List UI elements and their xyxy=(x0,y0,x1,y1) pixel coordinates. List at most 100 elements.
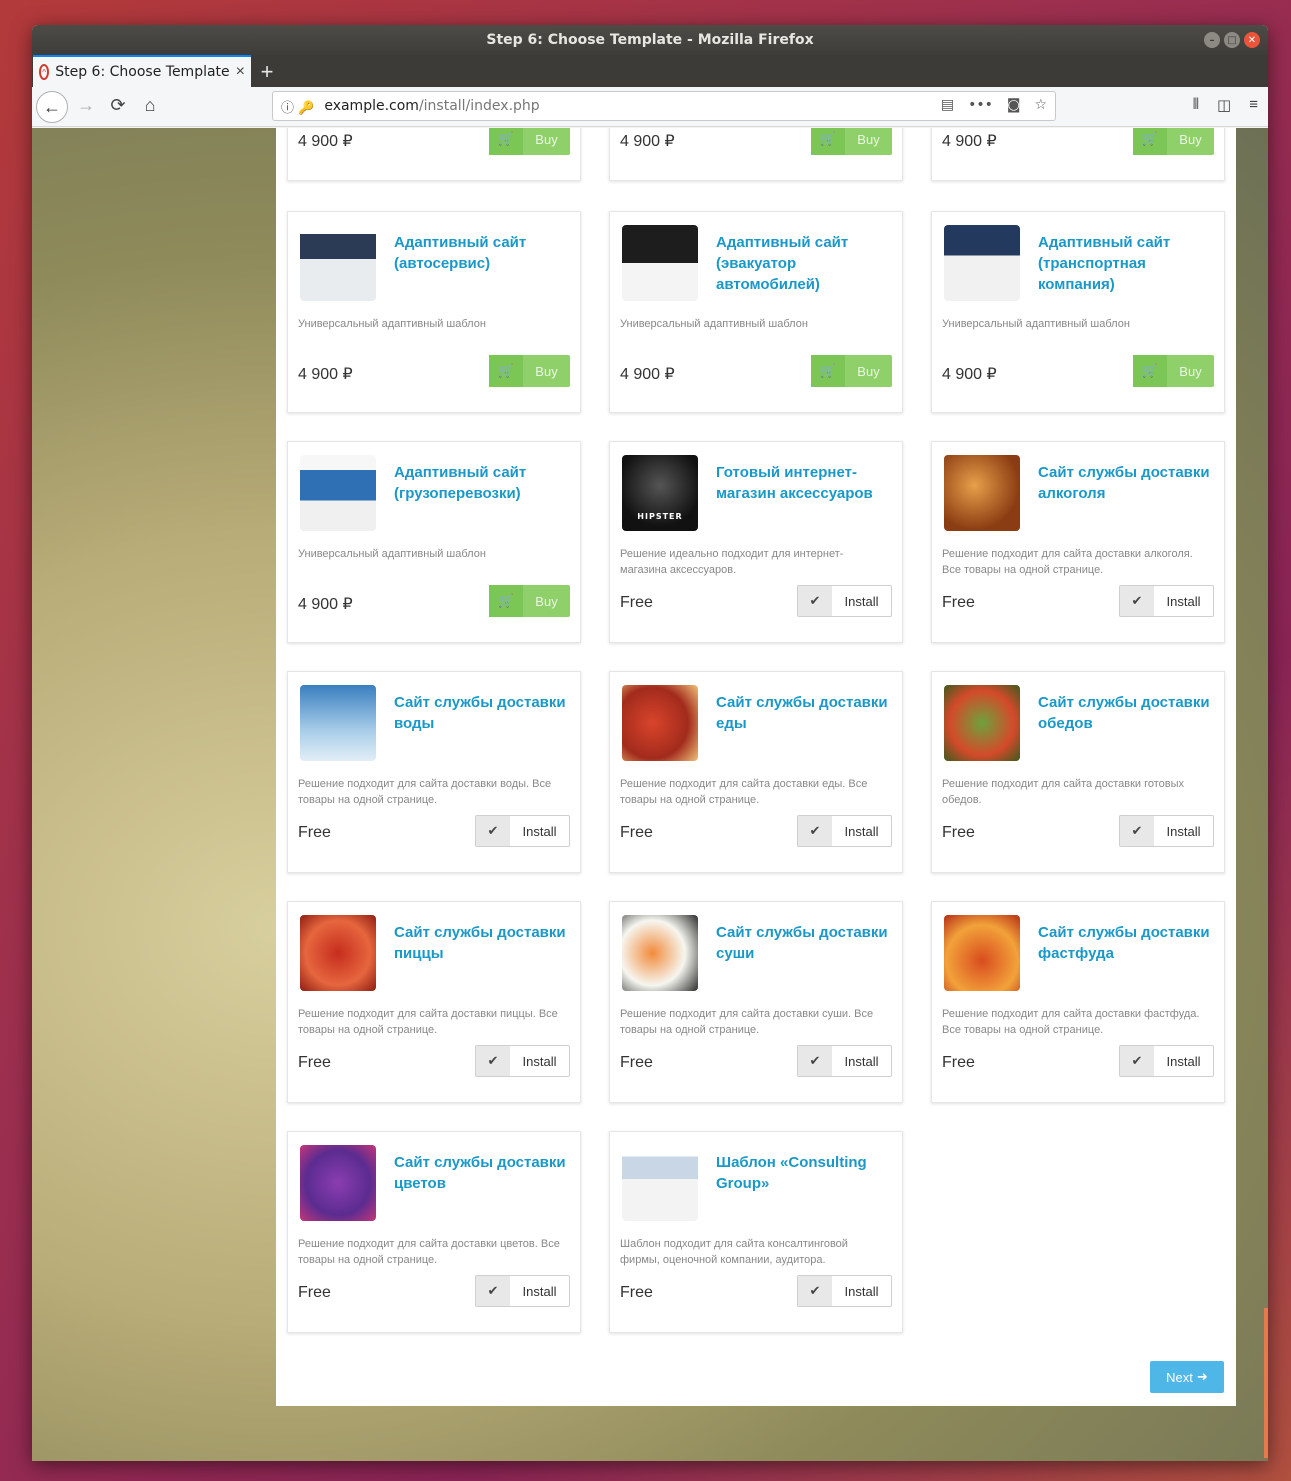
template-title[interactable]: Адаптивный сайт (грузоперевозки) xyxy=(394,462,574,504)
template-title[interactable]: Сайт службы доставки алкоголя xyxy=(1038,462,1218,504)
check-icon: ✔ xyxy=(1120,816,1154,846)
template-card: Сайт службы доставки суши Решение подходи… xyxy=(609,901,903,1103)
template-thumbnail[interactable] xyxy=(300,225,376,301)
template-title[interactable]: Адаптивный сайт (транспортная компания) xyxy=(1038,232,1218,295)
template-title[interactable]: Адаптивный сайт (автосервис) xyxy=(394,232,574,274)
button-label: Install xyxy=(844,593,879,609)
arrow-right-icon: ➜ xyxy=(1196,1369,1208,1384)
url-actions: ▤ ••• ◙ ☆ xyxy=(941,97,1047,113)
new-tab-button[interactable]: + xyxy=(251,57,283,87)
window-title: Step 6: Choose Template - Mozilla Firefo… xyxy=(486,32,814,48)
check-icon: ✔ xyxy=(798,1276,832,1306)
template-thumbnail[interactable] xyxy=(622,225,698,301)
buy-button[interactable]: 🛒 Buy xyxy=(811,128,892,155)
install-button[interactable]: ✔ Install xyxy=(797,1275,892,1307)
template-thumbnail[interactable] xyxy=(944,455,1020,531)
price: Free xyxy=(942,1054,975,1071)
url-bar[interactable]: ⓘ 🔑 example.com /install/index.php ▤ •••… xyxy=(272,91,1056,121)
template-description: Решение подходит для сайта доставки алко… xyxy=(942,548,1193,576)
install-button[interactable]: ✔ Install xyxy=(1119,585,1214,617)
price: 4 900 ₽ xyxy=(620,366,675,383)
buy-button[interactable]: 🛒 Buy xyxy=(1133,355,1214,387)
template-thumbnail[interactable] xyxy=(622,1145,698,1221)
library-icon[interactable]: ⫴ xyxy=(1193,96,1199,114)
template-description: Универсальный адаптивный шаблон xyxy=(298,318,486,330)
install-button[interactable]: ✔ Install xyxy=(1119,1045,1214,1077)
buy-button[interactable]: 🛒 Buy xyxy=(489,355,570,387)
reader-view-icon[interactable]: ▤ xyxy=(941,97,954,113)
button-label: Install xyxy=(844,823,879,839)
template-title[interactable]: Адаптивный сайт (эвакуатор автомобилей) xyxy=(716,232,896,295)
install-button[interactable]: ✔ Install xyxy=(797,585,892,617)
page-actions-icon[interactable]: ••• xyxy=(968,97,993,113)
site-info-icon[interactable]: ⓘ 🔑 xyxy=(281,97,314,116)
template-thumbnail[interactable] xyxy=(300,685,376,761)
check-icon: ✔ xyxy=(798,586,832,616)
buy-button[interactable]: 🛒 Buy xyxy=(489,585,570,617)
template-description: Решение подходит для сайта доставки воды… xyxy=(298,778,552,806)
install-button[interactable]: ✔ Install xyxy=(797,1045,892,1077)
tab-close-icon[interactable]: × xyxy=(236,63,245,81)
site-favicon-icon: ^ xyxy=(39,64,50,80)
menu-icon[interactable]: ≡ xyxy=(1249,96,1258,114)
template-title[interactable]: Сайт службы доставки цветов xyxy=(394,1152,574,1194)
home-button[interactable]: ⌂ xyxy=(138,95,162,116)
cart-icon: 🛒 xyxy=(1133,355,1167,387)
check-icon: ✔ xyxy=(476,816,510,846)
template-thumbnail[interactable] xyxy=(944,685,1020,761)
page-viewport: 4 900 ₽ 🛒 Buy 4 900 ₽ 🛒 Buy 4 900 ₽ 🛒 Buy А… xyxy=(32,128,1268,1461)
install-button[interactable]: ✔ Install xyxy=(475,815,570,847)
template-thumbnail[interactable] xyxy=(622,915,698,991)
template-thumbnail[interactable] xyxy=(300,1145,376,1221)
pocket-icon[interactable]: ◙ xyxy=(1007,97,1021,113)
buy-button[interactable]: 🛒 Buy xyxy=(489,128,570,155)
buy-button[interactable]: 🛒 Buy xyxy=(811,355,892,387)
template-card: Шаблон «Consulting Group» Шаблон подходит… xyxy=(609,1131,903,1333)
price: Free xyxy=(298,1284,331,1301)
minimize-button[interactable]: – xyxy=(1204,32,1220,48)
back-button[interactable]: ← xyxy=(36,91,68,123)
forward-button[interactable]: → xyxy=(74,95,98,116)
install-button[interactable]: ✔ Install xyxy=(797,815,892,847)
template-title[interactable]: Сайт службы доставки суши xyxy=(716,922,896,964)
maximize-button[interactable]: □ xyxy=(1224,32,1240,48)
buy-button[interactable]: 🛒 Buy xyxy=(1133,128,1214,155)
reload-button[interactable]: ⟳ xyxy=(106,95,130,116)
scrollbar[interactable] xyxy=(1264,1308,1268,1458)
button-label: Install xyxy=(1166,1053,1201,1069)
install-button[interactable]: ✔ Install xyxy=(475,1045,570,1077)
price: 4 900 ₽ xyxy=(298,366,353,383)
template-thumbnail[interactable] xyxy=(622,685,698,761)
next-button[interactable]: Next ➜ xyxy=(1150,1361,1224,1393)
check-icon: ✔ xyxy=(1120,586,1154,616)
template-title[interactable]: Сайт службы доставки воды xyxy=(394,692,574,734)
template-card: Адаптивный сайт (эвакуатор автомобилей) У… xyxy=(609,211,903,413)
close-window-button[interactable]: ✕ xyxy=(1244,32,1260,48)
tab-active[interactable]: ^ Step 6: Choose Template × xyxy=(33,55,251,87)
template-title[interactable]: Сайт службы доставки обедов xyxy=(1038,692,1218,734)
template-title[interactable]: Сайт службы доставки пиццы xyxy=(394,922,574,964)
bookmark-star-icon[interactable]: ☆ xyxy=(1034,97,1047,113)
sidebar-icon[interactable]: ◫ xyxy=(1217,96,1231,114)
template-thumbnail[interactable] xyxy=(944,915,1020,991)
template-title[interactable]: Сайт службы доставки еды xyxy=(716,692,896,734)
price: Free xyxy=(942,824,975,841)
price: 4 900 ₽ xyxy=(298,596,353,613)
install-button[interactable]: ✔ Install xyxy=(1119,815,1214,847)
tab-title: Step 6: Choose Template xyxy=(55,64,230,80)
template-card: Сайт службы доставки обедов Решение подхо… xyxy=(931,671,1225,873)
button-label: Buy xyxy=(535,593,558,609)
template-description: Универсальный адаптивный шаблон xyxy=(620,318,808,330)
template-title[interactable]: Шаблон «Consulting Group» xyxy=(716,1152,896,1194)
thumbnail-label: HIPSTER xyxy=(637,512,683,521)
template-thumbnail[interactable] xyxy=(944,225,1020,301)
template-thumbnail[interactable]: HIPSTER xyxy=(622,455,698,531)
navigation-bar: ← → ⟳ ⌂ ⓘ 🔑 example.com /install/index.p… xyxy=(32,87,1268,127)
template-thumbnail[interactable] xyxy=(300,915,376,991)
template-card: Адаптивный сайт (транспортная компания) У… xyxy=(931,211,1225,413)
template-title[interactable]: Готовый интернет-магазин аксессуаров xyxy=(716,462,896,504)
template-thumbnail[interactable] xyxy=(300,455,376,531)
price: Free xyxy=(620,824,653,841)
install-button[interactable]: ✔ Install xyxy=(475,1275,570,1307)
template-title[interactable]: Сайт службы доставки фастфуда xyxy=(1038,922,1218,964)
